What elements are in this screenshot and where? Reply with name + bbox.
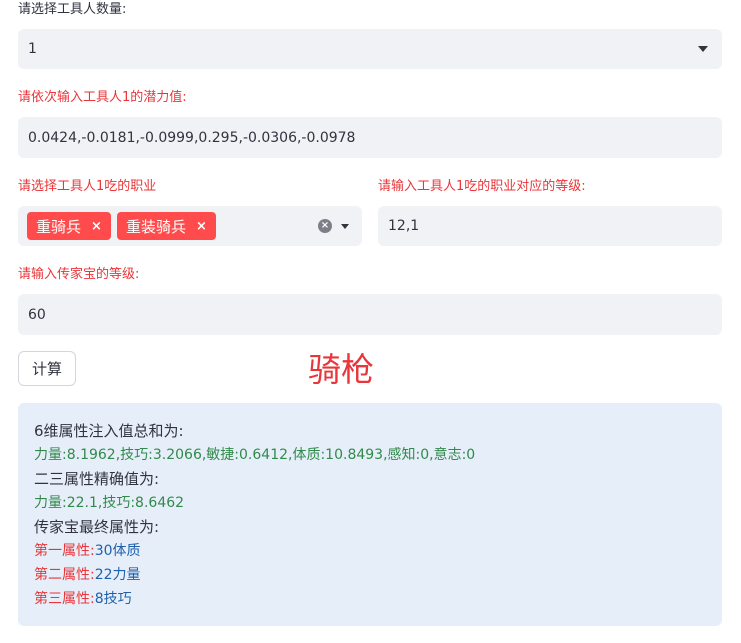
attribute-value: 22力量 [94,567,141,583]
attribute-label: 第一属性: [34,543,95,559]
attribute-label: 第二属性: [34,567,95,583]
close-icon[interactable]: × [196,219,207,234]
attribute-row-2: 第二属性:22力量 [34,563,706,587]
job-tag-label: 重骑兵 [36,217,82,236]
attribute-value: 8技巧 [94,591,132,607]
chevron-down-icon[interactable] [341,224,349,229]
job-levels-label: 请输入工具人1吃的职业对应的等级: [378,179,586,194]
chevron-down-icon[interactable] [698,46,708,52]
job-tag-heavy-cavalry[interactable]: 重骑兵 × [27,212,111,240]
job-levels-value: 12,1 [388,218,420,234]
worker-count-value: 1 [28,41,37,57]
attribute-row-3: 第三属性:8技巧 [34,587,706,611]
heirloom-level-input[interactable]: 60 [18,294,722,335]
job-tag-armored-cavalry[interactable]: 重装骑兵 × [117,212,216,240]
injection-header: 6维属性注入值总和为: [34,422,184,440]
precise-values: 力量:22.1,技巧:8.6462 [34,495,185,511]
heirloom-level-value: 60 [28,306,46,323]
injection-values: 力量:8.1962,技巧:3.2066,敏捷:0.6412,体质:10.8493… [34,447,476,463]
attribute-row-1: 第一属性:30体质 [34,539,706,563]
final-header: 传家宝最终属性为: [34,518,160,536]
worker-count-label: 请选择工具人数量: [18,2,127,17]
attribute-label: 第三属性: [34,591,95,607]
calculate-button[interactable]: 计算 [18,351,76,386]
job-levels-input[interactable]: 12,1 [378,206,722,246]
potential-input[interactable]: 0.0424,-0.0181,-0.0999,0.295,-0.0306,-0.… [18,117,722,158]
results-panel: 6维属性注入值总和为: 力量:8.1962,技巧:3.2066,敏捷:0.641… [18,403,722,626]
close-icon[interactable]: × [91,219,102,234]
attribute-value: 30体质 [94,543,141,559]
jobs-label: 请选择工具人1吃的职业 [18,179,157,194]
potential-value: 0.0424,-0.0181,-0.0999,0.295,-0.0306,-0.… [28,129,356,146]
heirloom-level-label: 请输入传家宝的等级: [18,267,140,282]
potential-label: 请依次输入工具人1的潜力值: [18,90,187,105]
job-tag-label: 重装骑兵 [126,217,187,236]
result-weapon-title: 骑枪 [308,350,374,389]
precise-header: 二三属性精确值为: [34,470,160,488]
worker-count-select[interactable]: 1 [18,29,722,69]
clear-all-icon[interactable]: × [318,219,332,233]
